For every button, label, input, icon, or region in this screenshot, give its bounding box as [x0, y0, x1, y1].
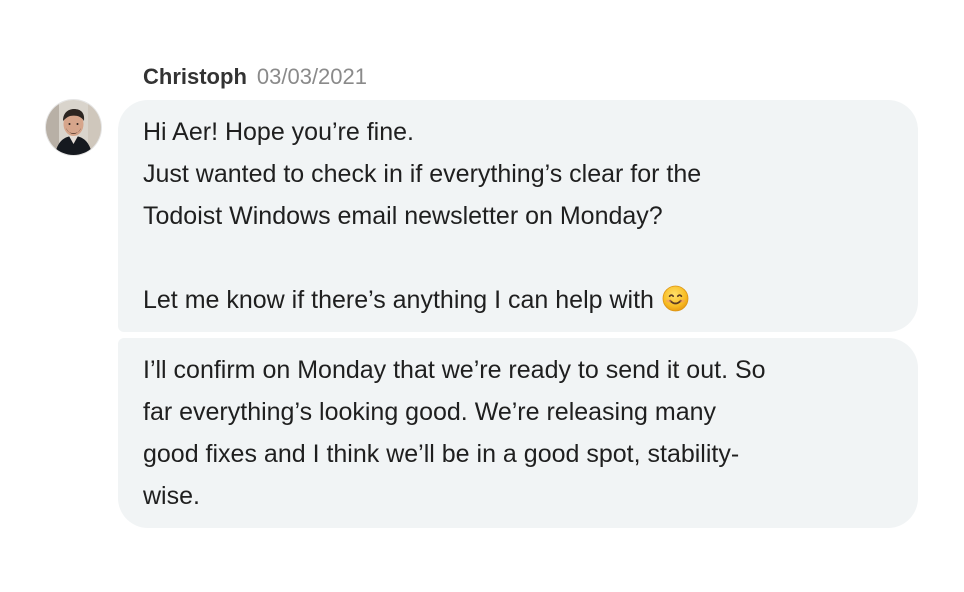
message-header: Christoph 03/03/2021	[143, 64, 367, 92]
message-line: wise.	[143, 482, 200, 510]
message-line: far everything’s looking good. We’re rel…	[143, 398, 716, 426]
message-bubble[interactable]: Hi Aer! Hope you’re fine. Just wanted to…	[118, 100, 918, 332]
user-photo-icon	[46, 100, 101, 155]
smiling-face-emoji-icon	[662, 285, 689, 312]
message-line: Let me know if there’s anything I can he…	[143, 279, 893, 321]
message-line-text: Let me know if there’s anything I can he…	[143, 286, 654, 314]
message-line: good fixes and I think we’ll be in a goo…	[143, 440, 740, 468]
message-thread: Christoph 03/03/2021 Hi Aer! Hope you’re…	[0, 0, 964, 592]
message-line: Just wanted to check in if everything’s …	[143, 160, 702, 188]
message-bubble[interactable]: I’ll confirm on Monday that we’re ready …	[118, 338, 918, 528]
message-line: Todoist Windows email newsletter on Mond…	[143, 202, 663, 230]
message-line: Hi Aer! Hope you’re fine.	[143, 118, 414, 146]
message-timestamp: 03/03/2021	[256, 64, 367, 89]
message-line: I’ll confirm on Monday that we’re ready …	[143, 356, 766, 384]
avatar[interactable]	[46, 100, 101, 155]
author-name[interactable]: Christoph	[143, 64, 247, 90]
